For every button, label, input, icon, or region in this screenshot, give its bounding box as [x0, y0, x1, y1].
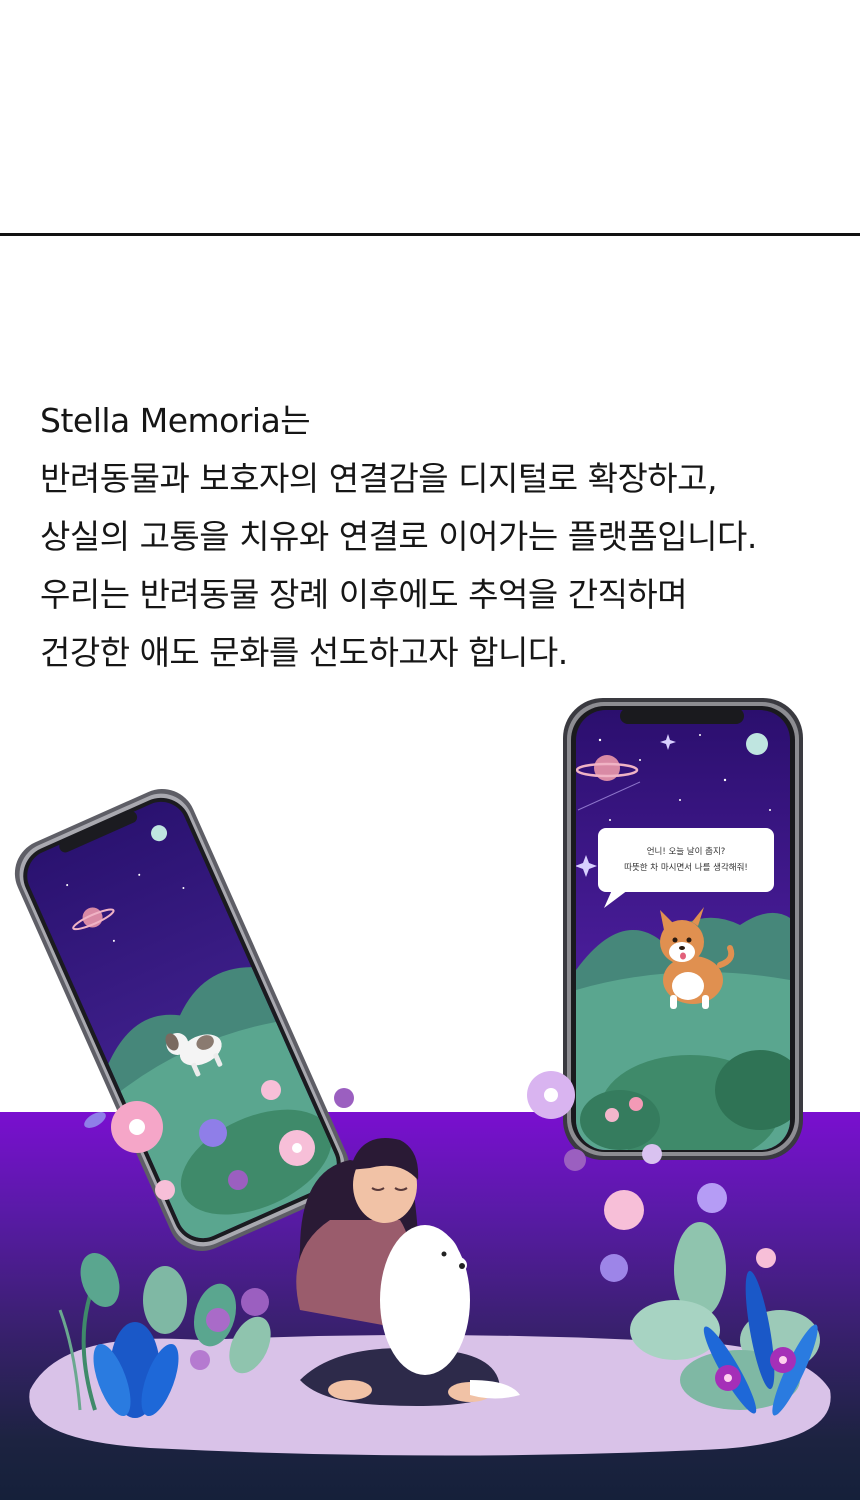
flower-icon — [564, 1149, 586, 1171]
flower-icon — [111, 1101, 163, 1153]
intro-line-2: 반려동물과 보호자의 연결감을 디지털로 확장하고, — [40, 459, 718, 498]
flower-icon — [697, 1183, 727, 1213]
flower-icon — [279, 1130, 315, 1166]
flower-icon — [261, 1080, 281, 1100]
intro-line-3: 상실의 고통을 치유와 연결로 이어가는 플랫폼입니다. — [40, 517, 757, 556]
illustration-scene: 언니! 오늘 날이 춥지? 따뜻한 차 마시면서 나를 생각해줘! — [14, 698, 831, 1456]
flower-icon — [334, 1088, 354, 1108]
flower-icon — [756, 1248, 776, 1268]
intro-text: Stella Memoria는 반려동물과 보호자의 연결감을 디지털로 확장하… — [40, 392, 840, 682]
phone-right: 언니! 오늘 날이 춥지? 따뜻한 차 마시면서 나를 생각해줘! — [563, 698, 803, 1160]
moon-icon — [746, 733, 768, 755]
flower-icon — [600, 1254, 628, 1282]
flower-icon — [155, 1180, 175, 1200]
flower-icon — [228, 1170, 248, 1190]
flower-icon — [642, 1144, 662, 1164]
intro-line-4: 우리는 반려동물 장례 이후에도 추억을 간직하며 — [40, 575, 688, 614]
flower-icon — [199, 1119, 227, 1147]
flower-icon — [604, 1190, 644, 1230]
intro-line-5: 건강한 애도 문화를 선도하고자 합니다. — [40, 633, 568, 672]
flower-icon — [527, 1071, 575, 1119]
phone-left — [14, 789, 350, 1251]
intro-line-1: Stella Memoria는 — [40, 401, 311, 440]
bubble-line-2: 따뜻한 차 마시면서 나를 생각해줘! — [624, 862, 748, 873]
top-divider — [0, 233, 860, 236]
woman-with-dog-illustration — [296, 1138, 520, 1406]
bubble-line-1: 언니! 오늘 날이 춥지? — [647, 846, 726, 857]
